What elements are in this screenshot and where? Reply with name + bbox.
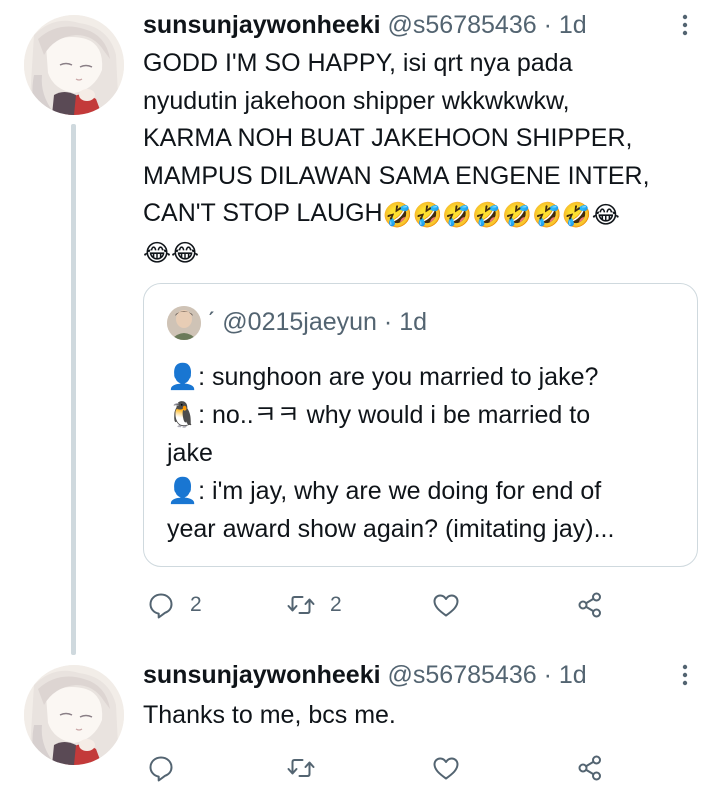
avatar[interactable] xyxy=(24,15,124,115)
retweet-button[interactable]: 2 xyxy=(286,585,342,625)
reply-button[interactable] xyxy=(146,748,190,787)
author-name[interactable]: sunsunjaywonheeki xyxy=(143,11,381,39)
quoted-header: ˊ @0215jaeyun · 1d xyxy=(207,307,427,337)
quoted-avatar-illustration xyxy=(167,306,201,340)
avatar-illustration xyxy=(24,15,124,115)
share-button[interactable] xyxy=(575,585,619,625)
author-handle[interactable]: @s56785436 xyxy=(388,11,537,39)
reply-count: 2 xyxy=(190,593,202,616)
reply-icon xyxy=(149,593,173,619)
more-options-button[interactable] xyxy=(670,10,700,40)
tweet[interactable]: sunsunjaywonheeki @s56785436 · 1d GODD I… xyxy=(0,0,719,655)
separator-dot: · xyxy=(543,11,552,39)
separator-dot: · xyxy=(383,308,393,336)
retweet-icon xyxy=(287,759,315,777)
emoji-row: 🤣🤣🤣🤣🤣🤣🤣😂 xyxy=(382,202,620,229)
reply-button[interactable]: 2 xyxy=(146,585,202,625)
avatar-illustration xyxy=(24,665,124,765)
author-handle[interactable]: @s56785436 xyxy=(388,661,537,689)
share-icon xyxy=(578,592,601,618)
tweet-header: sunsunjaywonheeki @s56785436 · 1d xyxy=(143,10,587,40)
like-button[interactable] xyxy=(431,748,475,787)
quoted-tweet[interactable]: ˊ @0215jaeyun · 1d 👤: sunghoon are you m… xyxy=(143,283,698,567)
tweet-text: GODD I'M SO HAPPY, isi qrt nya pada nyud… xyxy=(143,45,703,270)
quoted-display-name[interactable]: ˊ xyxy=(207,308,215,336)
tweet-header: sunsunjaywonheeki @s56785436 · 1d xyxy=(143,660,587,690)
share-icon xyxy=(578,755,601,781)
retweet-count: 2 xyxy=(330,593,342,616)
like-icon xyxy=(433,757,459,780)
quoted-text: 👤: sunghoon are you married to jake? 🐧: … xyxy=(167,363,615,543)
timestamp[interactable]: 1d xyxy=(559,661,587,689)
more-icon xyxy=(682,14,688,36)
quoted-handle[interactable]: @0215jaeyun xyxy=(222,308,377,336)
share-button[interactable] xyxy=(575,748,619,787)
tweet-text: Thanks to me, bcs me. xyxy=(143,701,396,729)
tweet-text-content: GODD I'M SO HAPPY, isi qrt nya pada nyud… xyxy=(143,49,650,227)
quoted-timestamp[interactable]: 1d xyxy=(399,308,427,336)
more-options-button[interactable] xyxy=(670,660,700,690)
separator-dot: · xyxy=(543,661,552,689)
retweet-button[interactable] xyxy=(286,748,330,787)
author-name[interactable]: sunsunjaywonheeki xyxy=(143,661,381,689)
like-button[interactable] xyxy=(431,585,475,625)
reply-icon xyxy=(149,756,173,782)
quoted-avatar[interactable] xyxy=(167,306,201,340)
thread-line xyxy=(71,124,76,655)
timestamp[interactable]: 1d xyxy=(559,11,587,39)
emoji-row: 😂😂 xyxy=(143,239,200,267)
like-icon xyxy=(433,594,459,617)
more-icon xyxy=(682,664,688,686)
avatar[interactable] xyxy=(24,665,124,765)
tweet-actions xyxy=(143,748,703,787)
retweet-icon xyxy=(287,596,315,614)
tweet-actions: 2 2 xyxy=(143,585,703,625)
tweet[interactable]: sunsunjaywonheeki @s56785436 · 1d Thanks… xyxy=(0,655,719,787)
